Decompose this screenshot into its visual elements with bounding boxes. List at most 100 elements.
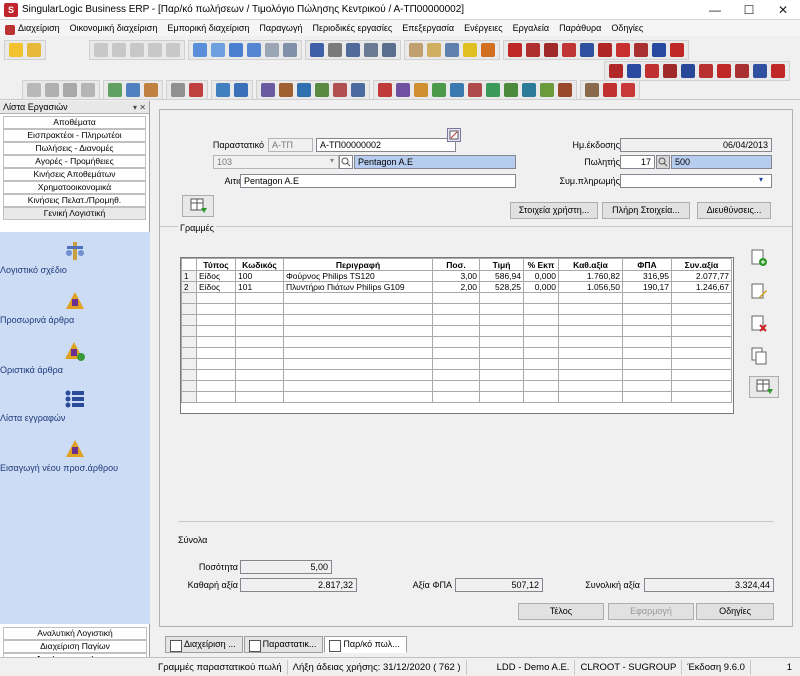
table-row-empty[interactable] xyxy=(181,369,732,381)
tool-icon[interactable] xyxy=(351,83,365,97)
empty-cell[interactable] xyxy=(283,358,433,370)
tool-icon[interactable] xyxy=(486,83,500,97)
tool-icon[interactable] xyxy=(468,83,482,97)
module-icon[interactable] xyxy=(562,43,576,57)
description-cell[interactable]: Πλυντήριο Πιάτων Philips G109 xyxy=(283,281,433,293)
total-value-cell[interactable]: 1.246,67 xyxy=(671,281,732,293)
vat-cell[interactable]: 316,95 xyxy=(622,270,672,282)
total-value-cell[interactable]: 2.077,77 xyxy=(671,270,732,282)
empty-cell[interactable] xyxy=(235,292,284,304)
empty-cell[interactable] xyxy=(523,358,559,370)
empty-cell[interactable] xyxy=(235,325,284,337)
empty-cell[interactable] xyxy=(235,358,284,370)
empty-cell[interactable] xyxy=(479,336,524,348)
module-icon[interactable] xyxy=(699,64,713,78)
quantity-cell[interactable]: 3,00 xyxy=(432,270,480,282)
report-icon[interactable] xyxy=(382,43,396,57)
empty-cell[interactable] xyxy=(432,347,480,359)
nav-general-ledger[interactable]: Γενική Λογιστική xyxy=(3,207,146,220)
minimize-button[interactable]: — xyxy=(698,0,732,20)
tool-icon[interactable] xyxy=(558,83,572,97)
alert-icon[interactable] xyxy=(481,43,495,57)
menu-item-production[interactable]: Παραγωγή xyxy=(254,23,307,33)
document-preview-icon[interactable] xyxy=(447,128,461,142)
tool-icon[interactable] xyxy=(621,83,635,97)
edit-line-icon[interactable] xyxy=(749,282,769,302)
tool-icon[interactable] xyxy=(126,83,140,97)
menu-item-management[interactable]: Διαχείριση xyxy=(2,23,65,35)
export-icon[interactable] xyxy=(247,43,261,57)
empty-cell[interactable] xyxy=(622,380,672,392)
task-new-entry[interactable]: Εισαγωγή νέου προσ.άρθρου xyxy=(0,438,150,473)
help-button[interactable]: Οδηγίες xyxy=(696,603,774,620)
nav-stock-movements[interactable]: Κινήσεις Αποθεμάτων xyxy=(3,168,146,181)
empty-cell[interactable] xyxy=(671,358,732,370)
tool-icon[interactable] xyxy=(279,83,293,97)
next-record-icon[interactable] xyxy=(130,43,144,57)
task-temporary-entries[interactable]: Προσωρινά άρθρα xyxy=(0,290,150,325)
empty-cell[interactable] xyxy=(196,314,236,326)
partner-code-field[interactable]: 103 xyxy=(213,155,339,169)
module-icon[interactable] xyxy=(681,64,695,78)
nav-analytical-accounting[interactable]: Αναλυτική Λογιστική xyxy=(3,627,147,640)
tool-icon[interactable] xyxy=(450,83,464,97)
tool-icon[interactable] xyxy=(603,83,617,97)
module-icon[interactable] xyxy=(634,43,648,57)
empty-cell[interactable] xyxy=(558,391,623,403)
empty-cell[interactable] xyxy=(558,303,623,315)
description-cell[interactable]: Φούρνος Philips TS120 xyxy=(283,270,433,282)
seller-search-icon[interactable] xyxy=(656,155,670,169)
empty-cell[interactable] xyxy=(235,347,284,359)
menu-item-help[interactable]: Οδηγίες xyxy=(606,23,648,33)
document-series-field[interactable]: Α-ΤΠ xyxy=(268,138,313,152)
payment-terms-select[interactable] xyxy=(620,174,772,188)
empty-cell[interactable] xyxy=(523,391,559,403)
partner-search-icon[interactable] xyxy=(339,155,353,169)
new-icon[interactable] xyxy=(9,43,23,57)
empty-cell[interactable] xyxy=(196,358,236,370)
module-icon[interactable] xyxy=(717,64,731,78)
tool-icon[interactable] xyxy=(108,83,122,97)
tool-icon[interactable] xyxy=(45,83,59,97)
empty-cell[interactable] xyxy=(283,336,433,348)
nav-finance[interactable]: Χρηματοοικονομικά xyxy=(3,181,146,194)
column-header[interactable]: Συν.αξία xyxy=(671,258,732,271)
table-row-empty[interactable] xyxy=(181,336,732,348)
tool-icon[interactable] xyxy=(27,83,41,97)
first-record-icon[interactable] xyxy=(94,43,108,57)
end-button[interactable]: Τέλος xyxy=(518,603,604,620)
partner-dropdown-icon[interactable]: ▾ xyxy=(330,156,334,165)
empty-cell[interactable] xyxy=(622,303,672,315)
empty-cell[interactable] xyxy=(479,391,524,403)
code-cell[interactable]: 100 xyxy=(235,270,284,282)
module-icon[interactable] xyxy=(580,43,594,57)
delete-icon[interactable] xyxy=(265,43,279,57)
copy-icon[interactable] xyxy=(211,43,225,57)
tool-icon[interactable] xyxy=(333,83,347,97)
tool-icon[interactable] xyxy=(315,83,329,97)
menu-item-tools[interactable]: Εργαλεία xyxy=(508,23,555,33)
empty-cell[interactable] xyxy=(622,314,672,326)
type-cell[interactable]: Είδος xyxy=(196,270,236,282)
empty-cell[interactable] xyxy=(622,391,672,403)
tool-icon[interactable] xyxy=(378,83,392,97)
key-icon[interactable] xyxy=(463,43,477,57)
module-icon[interactable] xyxy=(735,64,749,78)
empty-cell[interactable] xyxy=(671,391,732,403)
empty-cell[interactable] xyxy=(622,292,672,304)
tool-icon[interactable] xyxy=(81,83,95,97)
table-row-empty[interactable] xyxy=(181,391,732,403)
menu-item-windows[interactable]: Παράθυρα xyxy=(554,23,606,33)
empty-cell[interactable] xyxy=(432,303,480,315)
lines-grid[interactable]: Τύπος Κωδικός Περιγραφή Ποσ. Τιμή % Εκπ … xyxy=(180,257,734,414)
nav-receivables[interactable]: Εισπρακτέοι - Πληρωτέοι xyxy=(3,129,146,142)
empty-cell[interactable] xyxy=(283,325,433,337)
tool-icon[interactable] xyxy=(234,83,248,97)
seller-name-field[interactable]: 500 xyxy=(671,155,772,169)
column-header[interactable]: Καθ.αξία xyxy=(558,258,623,271)
module-icon[interactable] xyxy=(616,43,630,57)
save-icon[interactable] xyxy=(283,43,297,57)
module-icon[interactable] xyxy=(771,64,785,78)
nav-partner-movements[interactable]: Κινήσεις Πελατ./Προμηθ. xyxy=(3,194,146,207)
previous-record-icon[interactable] xyxy=(112,43,126,57)
